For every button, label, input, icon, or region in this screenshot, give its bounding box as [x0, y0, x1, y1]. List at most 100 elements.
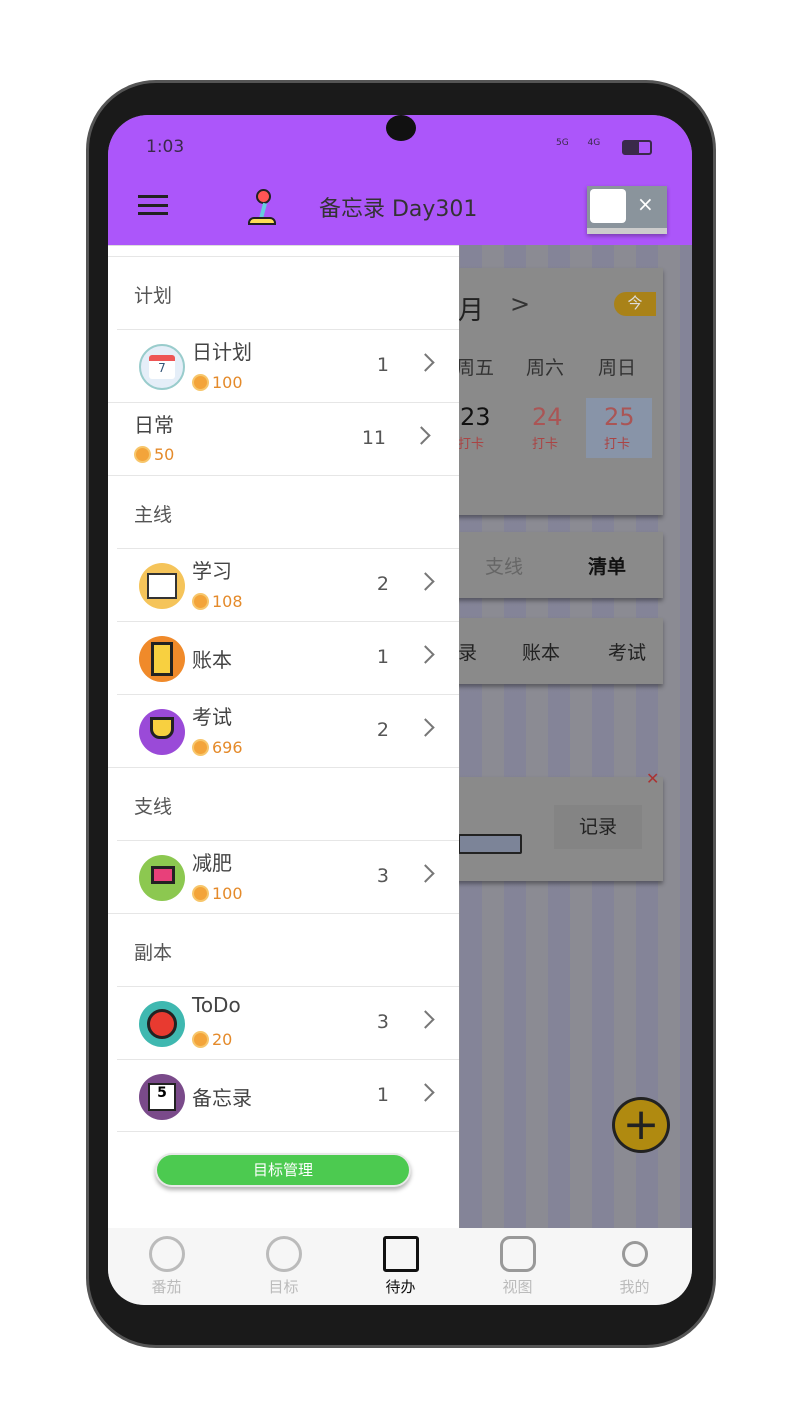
nav-goals[interactable]: 目标: [225, 1236, 342, 1297]
item-count: 2: [376, 573, 389, 595]
chevron-right-icon: [416, 718, 435, 737]
item-title: 日常: [134, 413, 174, 437]
network-type: 5G 4G: [556, 138, 601, 148]
tab-list[interactable]: 清单: [588, 552, 626, 579]
joystick-icon: [244, 189, 282, 227]
nav-mine[interactable]: 我的: [576, 1236, 692, 1297]
item-title: ToDo: [192, 993, 241, 1017]
item-count: 3: [376, 865, 389, 887]
calendar-card: 月 > 今 周五 周六 周日 23 打卡 24 打卡 25 打卡: [448, 268, 663, 515]
book-icon: [139, 563, 185, 609]
item-title: 考试: [192, 705, 232, 729]
nav-label: 目标: [268, 1278, 299, 1296]
chevron-right-icon: [416, 353, 435, 372]
calendar-5-icon: 5: [139, 1074, 185, 1120]
sub-tab-bar: 录 账本 考试: [448, 618, 663, 684]
list-item[interactable]: 减肥 100 3: [117, 840, 459, 913]
coin-icon: [192, 374, 209, 391]
item-count: 2: [376, 719, 389, 741]
section-title: 主线: [134, 504, 173, 526]
chevron-right-icon: [416, 572, 435, 591]
next-month-chevron[interactable]: >: [510, 290, 530, 318]
sub-tab[interactable]: 录: [458, 638, 477, 665]
nav-label: 视图: [502, 1278, 533, 1296]
coin-value: 20: [192, 1030, 232, 1049]
coin-icon: [134, 446, 151, 463]
record-button[interactable]: 记录: [554, 805, 642, 849]
sub-tab[interactable]: 考试: [608, 638, 646, 665]
item-title: 日计划: [192, 340, 252, 364]
item-title: 减肥: [192, 851, 232, 875]
tab-bar: 支线 清单: [448, 532, 663, 598]
bottom-nav: 番茄 目标 待办 视图 我的: [108, 1228, 692, 1305]
item-title: 备忘录: [192, 1086, 252, 1110]
section-title: 支线: [134, 796, 173, 818]
nav-tomato[interactable]: 番茄: [108, 1236, 225, 1297]
tab-side[interactable]: 支线: [485, 552, 523, 579]
coin-icon: [192, 593, 209, 610]
day-number[interactable]: 24: [532, 403, 563, 431]
day-label: 打卡: [532, 437, 559, 452]
item-count: 1: [376, 646, 389, 668]
coin-icon: [192, 885, 209, 902]
list-item[interactable]: 考试 696 2: [117, 694, 459, 767]
today-button[interactable]: 今: [614, 292, 656, 316]
weekday: 周六: [526, 357, 565, 379]
item-count: 1: [376, 354, 389, 376]
record-card: 记录 ✕: [448, 769, 663, 881]
pie-chart-icon: [265, 1236, 302, 1272]
calendar-icon: 7: [139, 344, 185, 390]
chevron-right-icon: [416, 864, 435, 883]
day-number[interactable]: 25: [604, 403, 635, 431]
list-item[interactable]: 日常 50 11: [108, 402, 459, 475]
close-icon[interactable]: ×: [637, 192, 654, 216]
camera: [386, 115, 416, 141]
target-icon: [148, 1236, 185, 1272]
ledger-icon: [139, 636, 185, 682]
weekday: 周五: [456, 357, 495, 379]
checklist-icon: [382, 1236, 419, 1272]
nav-todo[interactable]: 待办: [342, 1236, 459, 1297]
day-label: 打卡: [458, 437, 485, 452]
app-header: 1:03 5G 4G 备忘录 Day301 ×: [108, 115, 692, 245]
coin-value: 696: [192, 738, 243, 757]
coin-icon: [192, 1031, 209, 1048]
section-title: 副本: [134, 942, 173, 964]
day-label: 打卡: [604, 437, 631, 452]
list-item[interactable]: 5 备忘录 1: [117, 1059, 459, 1132]
list-item[interactable]: ToDo 20 3: [117, 986, 459, 1059]
item-count: 3: [376, 1011, 389, 1033]
add-button[interactable]: +: [612, 1097, 670, 1153]
item-title: 账本: [192, 648, 232, 672]
weekday: 周日: [598, 357, 637, 379]
nav-label: 待办: [385, 1278, 416, 1296]
close-icon[interactable]: ✕: [646, 769, 659, 788]
user-icon: [621, 1241, 648, 1267]
item-count: 1: [376, 1084, 389, 1106]
list-item[interactable]: 账本 1: [117, 621, 459, 694]
list-item[interactable]: 7 日计划 100 1: [117, 329, 459, 402]
document-icon: [499, 1236, 536, 1272]
chevron-right-icon: [412, 426, 431, 445]
manage-goals-button[interactable]: 目标管理: [155, 1153, 411, 1187]
chevron-right-icon: [416, 645, 435, 664]
drawer: 计划 7 日计划 100 1 日常 50 11 主线 学习 108 2 账本 1…: [108, 245, 459, 1228]
coin-value: 50: [134, 445, 174, 464]
hamburger-icon[interactable]: [138, 195, 168, 215]
month-label: 月: [458, 296, 485, 326]
item-count: 11: [361, 427, 386, 449]
tomato-icon: [139, 1001, 185, 1047]
section-title: 计划: [134, 285, 173, 307]
nav-label: 番茄: [151, 1278, 182, 1296]
coin-value: 100: [192, 884, 243, 903]
list-item[interactable]: 学习 108 2: [117, 548, 459, 621]
status-time: 1:03: [146, 137, 185, 157]
sub-tab[interactable]: 账本: [522, 638, 560, 665]
item-title: 学习: [192, 559, 232, 583]
day-number[interactable]: 23: [460, 403, 491, 431]
nav-label: 我的: [619, 1278, 650, 1296]
coin-value: 108: [192, 592, 243, 611]
coin-icon: [192, 739, 209, 756]
toggle-switch[interactable]: ×: [587, 186, 667, 234]
nav-view[interactable]: 视图: [459, 1236, 576, 1297]
